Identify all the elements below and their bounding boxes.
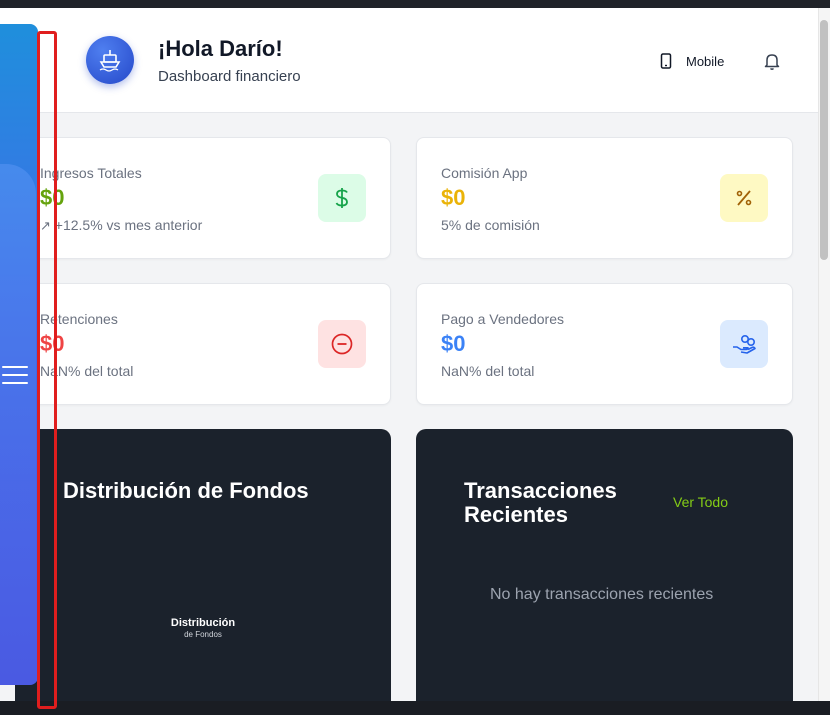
bell-icon[interactable]	[763, 51, 781, 71]
sidebar	[0, 24, 38, 685]
hamburger-menu-icon[interactable]	[2, 366, 28, 386]
distribution-center-subtitle: de Fondos	[184, 630, 222, 639]
card-note: 5% de comisión	[441, 217, 540, 233]
mobile-view-button[interactable]: Mobile	[660, 50, 724, 72]
dashboard-page: ¡Hola Darío! Dashboard financiero Mobile…	[0, 8, 818, 701]
card-value: $0	[441, 185, 466, 210]
avatar[interactable]	[86, 36, 134, 84]
card-value: $0	[441, 331, 466, 356]
card-icon-box	[720, 174, 768, 222]
stat-card-pago-vendedores: Pago a Vendedores $0 NaN% del total	[416, 283, 793, 405]
card-label: Pago a Vendedores	[441, 311, 564, 327]
smartphone-icon	[660, 53, 672, 69]
percent-icon	[736, 190, 752, 206]
mobile-view-label: Mobile	[686, 53, 725, 69]
empty-transactions-message: No hay transacciones recientes	[490, 586, 714, 603]
card-icon-box	[318, 174, 366, 222]
ship-icon	[99, 50, 121, 72]
minus-circle-icon	[331, 333, 353, 355]
transactions-panel: Transacciones Recientes Ver Todo No hay …	[416, 429, 793, 701]
highlight-box	[37, 31, 57, 709]
page-title: ¡Hola Darío!	[158, 36, 283, 61]
dollar-icon	[335, 188, 348, 208]
stat-card-ingresos: Ingresos Totales $0 ↗ +12.5% vs mes ante…	[15, 137, 391, 259]
card-icon-box	[720, 320, 768, 368]
transactions-title: Transacciones Recientes	[464, 478, 617, 527]
hand-coins-icon	[733, 334, 756, 354]
distribution-panel: Distribución de Fondos Distribución de F…	[15, 429, 391, 701]
scrollbar-thumb[interactable]	[820, 20, 828, 260]
page-subtitle: Dashboard financiero	[158, 68, 301, 85]
view-all-link[interactable]: Ver Todo	[673, 494, 728, 510]
card-note: ↗ +12.5% vs mes anterior	[40, 217, 203, 233]
card-label: Comisión App	[441, 165, 528, 181]
card-note: NaN% del total	[441, 363, 535, 379]
browser-top-strip	[0, 0, 830, 8]
distribution-title: Distribución de Fondos	[63, 478, 309, 503]
browser-bottom-strip	[0, 701, 830, 715]
sidebar-panel	[0, 164, 36, 684]
stat-card-retenciones: Retenciones $0 NaN% del total	[15, 283, 391, 405]
distribution-center-title: Distribución	[170, 617, 236, 629]
page-header: ¡Hola Darío! Dashboard financiero Mobile	[0, 8, 818, 113]
stat-card-comision: Comisión App $0 5% de comisión	[416, 137, 793, 259]
card-icon-box	[318, 320, 366, 368]
